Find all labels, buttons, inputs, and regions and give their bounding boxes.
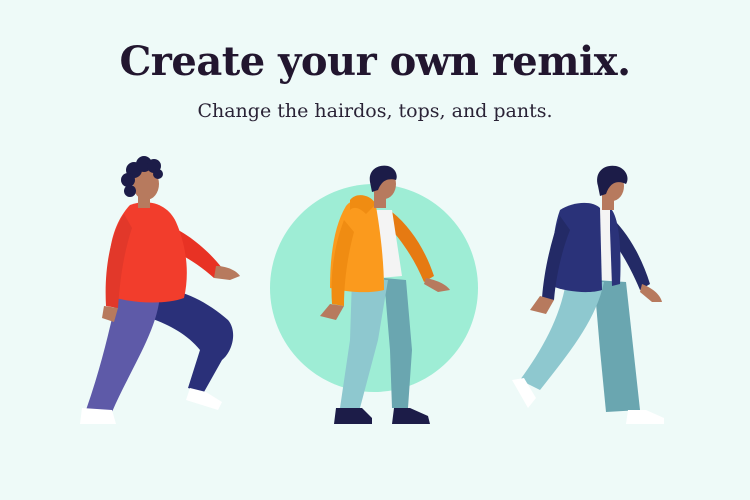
shoe-back [392, 408, 430, 424]
walker-red-sweater [80, 156, 240, 424]
front-leg [520, 282, 604, 390]
shoe-front [334, 408, 372, 424]
back-leg [594, 280, 640, 412]
hero-subtitle: Change the hairdos, tops, and pants. [197, 100, 553, 122]
back-leg [150, 289, 234, 392]
back-hand [214, 266, 240, 280]
hero-title: Create your own remix. [119, 38, 631, 85]
remix-illustration [80, 156, 664, 424]
remix-hero: Create your own remix. Change the hairdo… [0, 0, 750, 500]
shoe-front [80, 408, 116, 424]
back-hand [640, 284, 662, 302]
front-leg [86, 290, 160, 412]
walker-navy-jacket [512, 165, 664, 424]
shoe-back [626, 410, 664, 424]
